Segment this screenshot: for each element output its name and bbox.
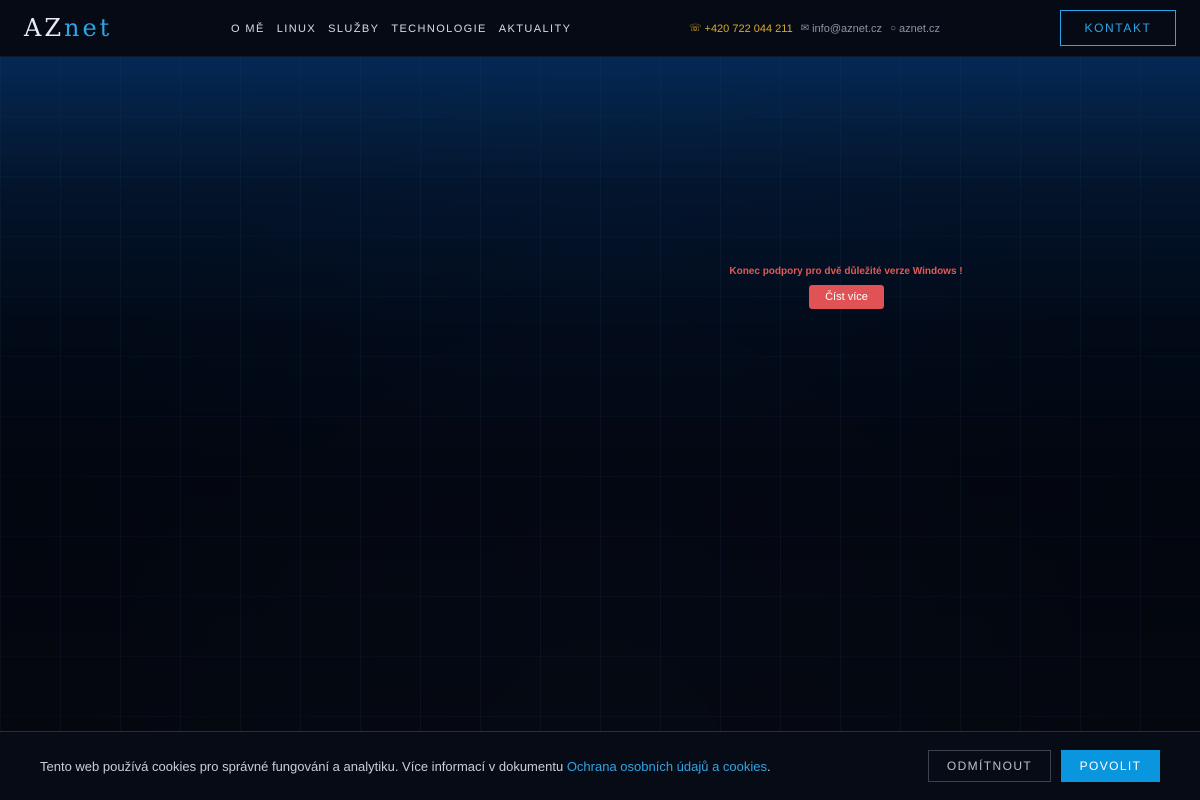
hero-section: Konec podpory pro dvě důležité verze Win…: [0, 57, 1200, 732]
hero-vignette: [0, 57, 1200, 732]
nav-item-o-me[interactable]: O MĚ: [231, 22, 265, 36]
nav-item-technologie[interactable]: TECHNOLOGIE: [391, 22, 486, 36]
read-more-button[interactable]: Číst více: [809, 285, 884, 309]
contact-web[interactable]: ○ aznet.cz: [890, 22, 940, 36]
nav-item-linux[interactable]: LINUX: [277, 22, 316, 36]
logo-part-az: AZ: [24, 14, 65, 42]
allow-cookies-button[interactable]: POVOLIT: [1061, 750, 1160, 782]
contact-phone-text: +420 722 044 211: [704, 23, 793, 35]
reject-cookies-button[interactable]: ODMÍTNOUT: [928, 750, 1051, 782]
cookie-text-main: Tento web používá cookies pro správné fu…: [40, 759, 567, 774]
cookie-bar: Tento web používá cookies pro správné fu…: [0, 731, 1200, 800]
page: AZnet O MĚ LINUX SLUŽBY TECHNOLOGIE AKTU…: [0, 0, 1200, 800]
kontakt-button[interactable]: KONTAKT: [1060, 10, 1176, 46]
privacy-policy-link[interactable]: Ochrana osobních údajů a cookies: [567, 759, 767, 774]
contact-web-text: aznet.cz: [899, 23, 940, 35]
contact-phone[interactable]: ☏ +420 722 044 211: [689, 22, 793, 36]
phone-icon: ☏: [689, 23, 702, 34]
contact-email-text: info@aznet.cz: [812, 23, 882, 35]
cookie-text-end: .: [767, 759, 771, 774]
envelope-icon: ✉: [800, 23, 810, 34]
contact-email[interactable]: ✉ info@aznet.cz: [801, 22, 882, 36]
header-contacts: ☏ +420 722 044 211 ✉ info@aznet.cz ○ azn…: [689, 22, 940, 36]
nav-item-sluzby[interactable]: SLUŽBY: [328, 22, 379, 36]
logo-part-net: net: [64, 14, 113, 42]
site-header: AZnet O MĚ LINUX SLUŽBY TECHNOLOGIE AKTU…: [0, 0, 1200, 57]
cookie-text: Tento web používá cookies pro správné fu…: [40, 759, 771, 775]
hero-notice: Konec podpory pro dvě důležité verze Win…: [729, 266, 963, 277]
nav-item-aktuality[interactable]: AKTUALITY: [499, 22, 572, 36]
logo[interactable]: AZnet: [24, 13, 112, 43]
globe-icon: ○: [889, 23, 897, 34]
main-nav: O MĚ LINUX SLUŽBY TECHNOLOGIE AKTUALITY: [231, 22, 571, 36]
